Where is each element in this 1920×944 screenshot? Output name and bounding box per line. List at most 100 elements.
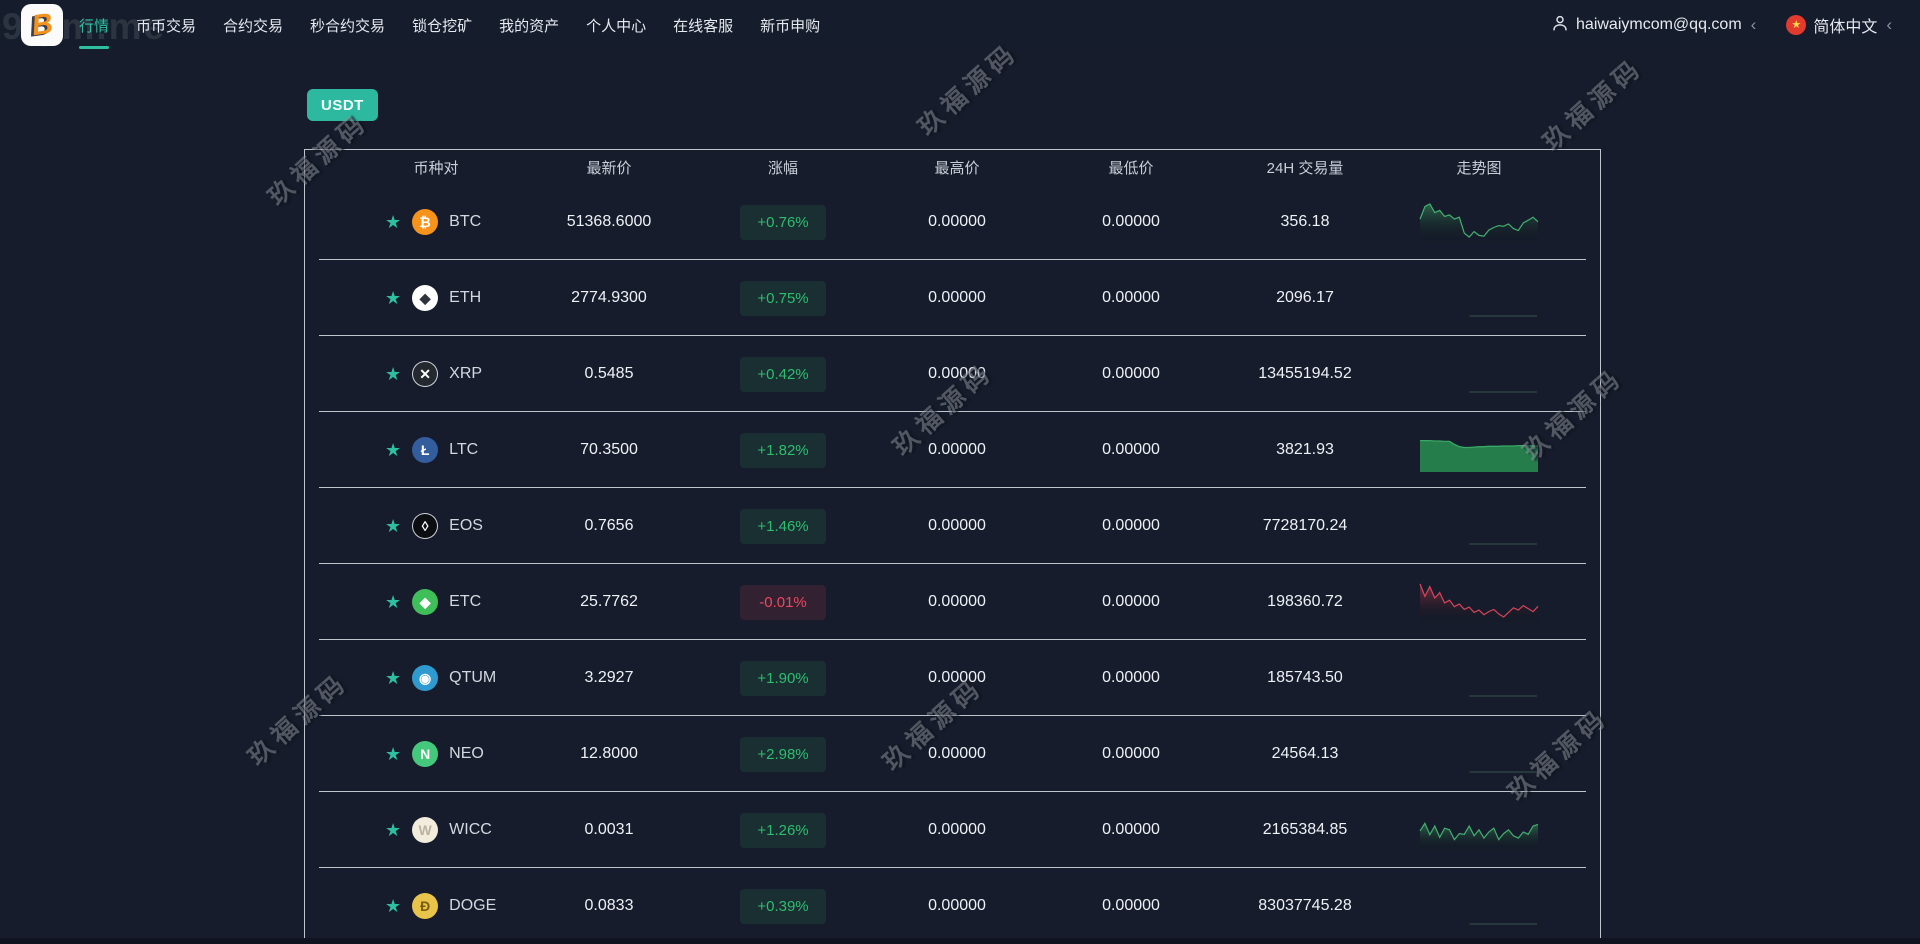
change-badge: +1.26% <box>740 812 826 848</box>
coin-symbol: LTC <box>449 441 479 458</box>
sparkline-green <box>1419 203 1539 244</box>
low-price: 0.00000 <box>1102 441 1160 458</box>
logo-letter: B <box>29 7 55 42</box>
nav-item-0[interactable]: 行情 <box>79 0 109 50</box>
market-row-ltc[interactable]: ★ Ł LTC 70.3500 +1.82% 0.00000 0.00000 3821.93 <box>305 412 1600 488</box>
language-label: 简体中文 <box>1813 19 1878 36</box>
low-price: 0.00000 <box>1102 593 1160 610</box>
low-price: 0.00000 <box>1102 213 1160 230</box>
change-cell: +2.98% <box>696 736 870 772</box>
market-row-btc[interactable]: ★ ₿ BTC 51368.6000 +0.76% 0.00000 0.00000 356.1… <box>305 184 1600 260</box>
ltc-coin-icon: Ł <box>412 437 439 463</box>
last-price: 3.2927 <box>584 669 634 686</box>
market-row-etc[interactable]: ★ ◆ ETC 25.7762 -0.01% 0.00000 0.00000 198360.7… <box>305 564 1600 640</box>
change-badge: +1.90% <box>740 660 826 696</box>
coin-symbol: QTUM <box>449 669 497 686</box>
column-header-2: 涨幅 <box>767 159 798 177</box>
change-cell: +0.75% <box>696 280 870 316</box>
favorite-star-icon[interactable]: ★ <box>385 289 401 307</box>
nav-item-1[interactable]: 币币交易 <box>136 0 196 50</box>
coin-symbol: WICC <box>449 821 492 838</box>
favorite-star-icon[interactable]: ★ <box>385 821 401 839</box>
trend-chart-cell <box>1392 731 1566 777</box>
column-header-6: 走势图 <box>1456 159 1502 177</box>
high-price: 0.00000 <box>928 365 986 382</box>
low-price: 0.00000 <box>1102 669 1160 686</box>
market-row-eth[interactable]: ★ ◆ ETH 2774.9300 +0.75% 0.00000 0.00000 2096.1… <box>305 260 1600 336</box>
column-header-0: 币种对 <box>413 159 459 177</box>
cn-flag-icon: ★ <box>1786 15 1807 35</box>
favorite-star-icon[interactable]: ★ <box>385 745 401 763</box>
user-icon <box>1551 14 1569 37</box>
coin-symbol: BTC <box>449 213 482 230</box>
bottom-strip <box>0 938 1920 944</box>
volume-24h: 3821.93 <box>1276 441 1334 458</box>
nav-item-8[interactable]: 新币申购 <box>760 0 820 50</box>
favorite-star-icon[interactable]: ★ <box>385 213 401 231</box>
market-row-qtum[interactable]: ★ ◉ QTUM 3.2927 +1.90% 0.00000 0.00000 185743.5… <box>305 640 1600 716</box>
sparkline-flat <box>1469 391 1537 393</box>
low-price: 0.00000 <box>1102 289 1160 306</box>
tab-usdt[interactable]: USDT <box>307 89 378 121</box>
sparkline-green <box>1419 822 1539 852</box>
pair-cell: ★ ◉ QTUM <box>305 665 522 691</box>
high-price: 0.00000 <box>928 897 986 914</box>
trend-chart-cell <box>1392 883 1566 929</box>
low-price: 0.00000 <box>1102 897 1160 914</box>
favorite-star-icon[interactable]: ★ <box>385 517 401 535</box>
sparkline-red <box>1419 583 1539 624</box>
nav-item-4[interactable]: 锁仓挖矿 <box>412 0 472 50</box>
sparkline-flat <box>1469 923 1537 925</box>
nav-item-6[interactable]: 个人中心 <box>586 0 646 50</box>
market-row-eos[interactable]: ★ ◊ EOS 0.7656 +1.46% 0.00000 0.00000 7728170.2… <box>305 488 1600 564</box>
favorite-star-icon[interactable]: ★ <box>385 669 401 687</box>
page: 9fym.me B 行情币币交易合约交易秒合约交易锁仓挖矿我的资产个人中心在线客… <box>0 0 1920 944</box>
pair-cell: ★ W WICC <box>305 817 522 843</box>
change-badge: +0.42% <box>740 356 826 392</box>
logo[interactable]: B <box>21 4 63 46</box>
nav-item-7[interactable]: 在线客服 <box>673 0 733 50</box>
low-price: 0.00000 <box>1102 365 1160 382</box>
volume-24h: 198360.72 <box>1267 593 1343 610</box>
low-price: 0.00000 <box>1102 517 1160 534</box>
language-switcher[interactable]: ★ 简体中文 ‹ <box>1786 13 1892 37</box>
last-price: 0.5485 <box>584 365 634 382</box>
market-row-neo[interactable]: ★ N NEO 12.8000 +2.98% 0.00000 0.00000 24564.13 <box>305 716 1600 792</box>
nav-item-5[interactable]: 我的资产 <box>499 0 559 50</box>
market-row-xrp[interactable]: ★ ✕ XRP 0.5485 +0.42% 0.00000 0.00000 13455194.… <box>305 336 1600 412</box>
volume-24h: 2096.17 <box>1276 289 1334 306</box>
market-table: 币种对 最新价 涨幅 最高价 最低价 24H 交易量 走势图 ★ ₿ BTC 51368.6000… <box>304 149 1601 944</box>
pair-cell: ★ ◆ ETC <box>305 589 522 615</box>
last-price: 2774.9300 <box>571 289 647 306</box>
change-cell: +1.46% <box>696 508 870 544</box>
column-header-3: 最高价 <box>934 159 980 177</box>
nav-item-2[interactable]: 合约交易 <box>223 0 283 50</box>
trend-chart-cell <box>1392 427 1566 473</box>
coin-symbol: EOS <box>449 517 483 534</box>
favorite-star-icon[interactable]: ★ <box>385 441 401 459</box>
market-row-doge[interactable]: ★ Đ DOGE 0.0833 +0.39% 0.00000 0.00000 83037745… <box>305 868 1600 944</box>
sparkline-flat <box>1469 543 1537 545</box>
trend-chart-cell <box>1392 579 1566 625</box>
wicc-coin-icon: W <box>412 817 439 843</box>
last-price: 70.3500 <box>580 441 638 458</box>
low-price: 0.00000 <box>1102 821 1160 838</box>
account-menu[interactable]: haiwaiymcom@qq.com ‹ <box>1551 14 1756 37</box>
neo-coin-icon: N <box>412 741 439 767</box>
favorite-star-icon[interactable]: ★ <box>385 593 401 611</box>
change-badge: +0.76% <box>740 204 826 240</box>
market-row-wicc[interactable]: ★ W WICC 0.0031 +1.26% 0.00000 0.00000 2165384.… <box>305 792 1600 868</box>
favorite-star-icon[interactable]: ★ <box>385 365 401 383</box>
eth-coin-icon: ◆ <box>412 285 439 311</box>
nav-right: haiwaiymcom@qq.com ‹ ★ 简体中文 ‹ <box>1551 0 1892 50</box>
nav-item-3[interactable]: 秒合约交易 <box>310 0 385 50</box>
pair-cell: ★ N NEO <box>305 741 522 767</box>
pair-cell: ★ ₿ BTC <box>305 209 522 235</box>
last-price: 0.0031 <box>584 821 634 838</box>
last-price: 25.7762 <box>580 593 638 610</box>
pair-cell: ★ ✕ XRP <box>305 361 522 387</box>
last-price: 12.8000 <box>580 745 638 762</box>
favorite-star-icon[interactable]: ★ <box>385 897 401 915</box>
main-menu: 行情 币币交易 合约交易 秒合约交易 锁仓挖矿 我的资产 个人中心 在线客服 新币申购 <box>79 0 820 50</box>
etc-coin-icon: ◆ <box>412 589 439 615</box>
